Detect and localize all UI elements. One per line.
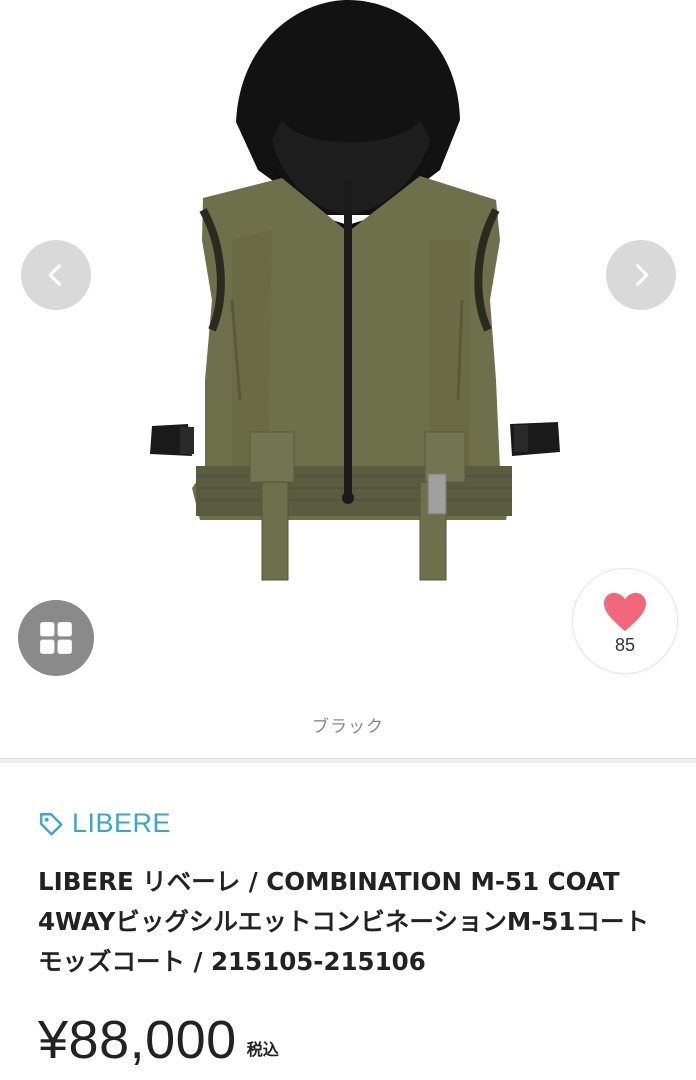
like-button[interactable]: 85 — [572, 568, 678, 674]
grid-view-button[interactable] — [18, 600, 94, 676]
chevron-right-icon — [635, 264, 649, 286]
tax-label: 税込 — [246, 1040, 279, 1059]
grid-icon — [40, 622, 72, 654]
next-image-button[interactable] — [606, 240, 676, 310]
section-divider — [0, 758, 696, 763]
product-gallery: 85 ブラック — [0, 0, 696, 737]
product-title: LIBERE リベーレ / COMBINATION M-51 COAT 4WAY… — [38, 867, 649, 976]
color-label: ブラック — [312, 717, 384, 737]
like-count: 85 — [614, 634, 636, 655]
brand-link[interactable]: LIBERE — [38, 808, 171, 839]
heart-icon — [604, 592, 646, 631]
price-row: ¥88,000 税込 — [38, 1010, 279, 1070]
tag-icon — [40, 812, 63, 835]
price: ¥88,000 — [38, 1010, 237, 1070]
previous-image-button[interactable] — [21, 240, 91, 310]
product-page: 85 ブラック LIBERE LIBERE リベーレ / COMBINATION… — [0, 0, 696, 1080]
chevron-left-icon — [48, 264, 62, 286]
brand-name: LIBERE — [72, 808, 172, 838]
